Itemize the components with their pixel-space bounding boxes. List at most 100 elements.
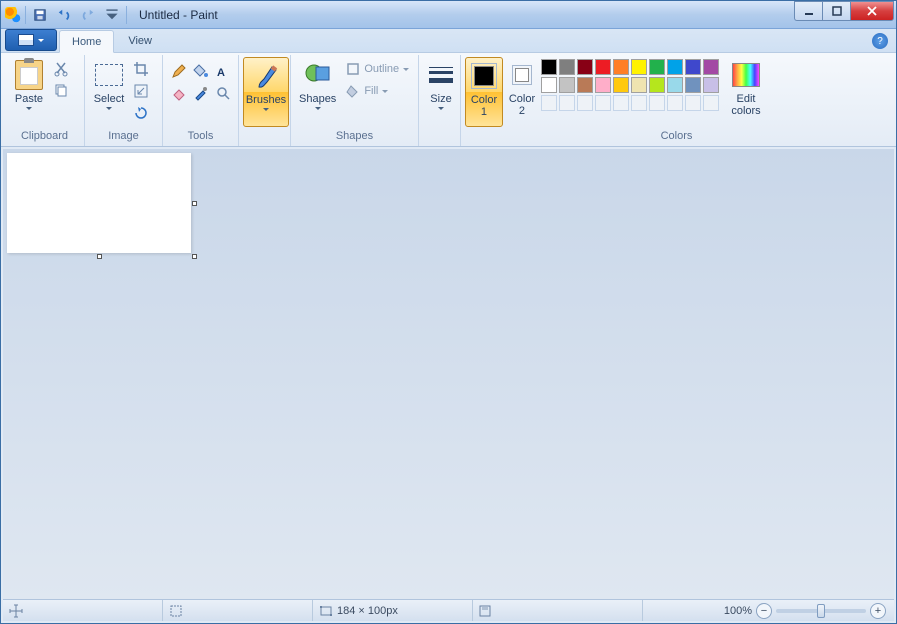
zoom-slider[interactable]: [776, 609, 866, 613]
zoom-value: 100%: [724, 605, 752, 617]
color-swatch-empty[interactable]: [541, 95, 557, 111]
color-swatch[interactable]: [595, 77, 611, 93]
zoom-slider-thumb[interactable]: [817, 604, 825, 618]
tab-row: Home View ?: [1, 29, 896, 53]
color-swatch[interactable]: [649, 59, 665, 75]
status-selection: [163, 600, 313, 621]
fill-tool[interactable]: [191, 61, 211, 81]
color-swatch[interactable]: [667, 77, 683, 93]
canvas[interactable]: [7, 153, 191, 253]
tab-home[interactable]: Home: [59, 30, 114, 53]
size-button[interactable]: Size: [423, 57, 459, 127]
cursor-pos-icon: [9, 604, 23, 618]
color-swatch[interactable]: [631, 59, 647, 75]
group-tools: A Tools: [163, 55, 239, 146]
shapes-button[interactable]: Shapes: [295, 57, 340, 127]
select-button[interactable]: Select: [89, 57, 129, 127]
group-brushes: Brushes: [239, 55, 291, 146]
color-swatch-empty[interactable]: [649, 95, 665, 111]
rotate-button[interactable]: [131, 103, 151, 123]
color-swatch[interactable]: [613, 77, 629, 93]
pencil-tool[interactable]: [169, 61, 189, 81]
group-clipboard: Paste Clipboard: [5, 55, 85, 146]
workspace[interactable]: [3, 149, 894, 599]
color-swatch[interactable]: [577, 59, 593, 75]
tab-view[interactable]: View: [116, 29, 164, 52]
status-bar: 184 × 100px 100% − +: [3, 599, 894, 621]
title-bar: Untitled - Paint: [1, 1, 896, 29]
cut-button[interactable]: [51, 59, 71, 79]
color-swatch[interactable]: [541, 59, 557, 75]
color-swatch-empty[interactable]: [595, 95, 611, 111]
color-swatch-empty[interactable]: [577, 95, 593, 111]
color-swatch-empty[interactable]: [703, 95, 719, 111]
eraser-tool[interactable]: [169, 83, 189, 103]
color-swatch-empty[interactable]: [667, 95, 683, 111]
shapes-icon: [302, 59, 334, 91]
selection-icon: [169, 604, 183, 618]
zoom-out-button[interactable]: −: [756, 603, 772, 619]
brush-icon: [250, 60, 282, 92]
color-swatch[interactable]: [685, 77, 701, 93]
color-swatch[interactable]: [541, 77, 557, 93]
brushes-button[interactable]: Brushes: [243, 57, 289, 127]
status-filesize: [473, 600, 643, 621]
color-swatch[interactable]: [667, 59, 683, 75]
resize-handle-right[interactable]: [192, 201, 197, 206]
color-swatch-empty[interactable]: [685, 95, 701, 111]
color-swatch-empty[interactable]: [613, 95, 629, 111]
dimensions-icon: [319, 604, 333, 618]
qat-save-button[interactable]: [30, 5, 50, 25]
resize-button[interactable]: [131, 81, 151, 101]
color-swatch[interactable]: [703, 59, 719, 75]
resize-handle-bottom[interactable]: [97, 254, 102, 259]
color-swatch[interactable]: [703, 77, 719, 93]
svg-text:A: A: [217, 67, 225, 79]
group-size: Size: [419, 55, 461, 146]
qat-customize-button[interactable]: [102, 5, 122, 25]
magnifier-tool[interactable]: [213, 83, 233, 103]
color-swatch[interactable]: [649, 77, 665, 93]
maximize-button[interactable]: [822, 1, 850, 21]
file-menu-button[interactable]: [5, 29, 57, 51]
color-swatch-empty[interactable]: [559, 95, 575, 111]
fill-button[interactable]: Fill: [342, 81, 413, 101]
group-colors: Color 1 Color 2 Edit colors Colors: [461, 55, 892, 146]
fill-icon: [346, 84, 360, 98]
paint-window: Untitled - Paint Home View ? Paste: [0, 0, 897, 624]
color-swatch[interactable]: [613, 59, 629, 75]
text-tool[interactable]: A: [213, 61, 233, 81]
qat-redo-button[interactable]: [78, 5, 98, 25]
color-swatch[interactable]: [685, 59, 701, 75]
color-swatch-empty[interactable]: [631, 95, 647, 111]
color2-button[interactable]: Color 2: [503, 57, 541, 127]
color-swatch[interactable]: [559, 59, 575, 75]
group-image: Select Image: [85, 55, 163, 146]
color-swatch[interactable]: [631, 77, 647, 93]
disk-icon: [479, 605, 491, 617]
outline-button[interactable]: Outline: [342, 59, 413, 79]
close-button[interactable]: [850, 1, 894, 21]
edit-colors-icon: [732, 63, 760, 87]
zoom-in-button[interactable]: +: [870, 603, 886, 619]
size-icon: [429, 65, 453, 85]
minimize-button[interactable]: [794, 1, 822, 21]
edit-colors-button[interactable]: Edit colors: [725, 57, 767, 127]
color-swatch[interactable]: [559, 77, 575, 93]
clipboard-icon: [15, 60, 43, 90]
select-icon: [95, 64, 123, 86]
crop-button[interactable]: [131, 59, 151, 79]
zoom-control: 100% − +: [716, 603, 894, 619]
resize-handle-corner[interactable]: [192, 254, 197, 259]
copy-button[interactable]: [51, 81, 71, 101]
color1-button[interactable]: Color 1: [465, 57, 503, 127]
color-swatch[interactable]: [595, 59, 611, 75]
qat-undo-button[interactable]: [54, 5, 74, 25]
group-shapes: Shapes Outline Fill Shapes: [291, 55, 419, 146]
color-swatch[interactable]: [577, 77, 593, 93]
help-button[interactable]: ?: [872, 33, 888, 49]
picker-tool[interactable]: [191, 83, 211, 103]
status-dimensions: 184 × 100px: [313, 600, 473, 621]
paste-button[interactable]: Paste: [9, 57, 49, 127]
status-cursor-pos: [3, 600, 163, 621]
